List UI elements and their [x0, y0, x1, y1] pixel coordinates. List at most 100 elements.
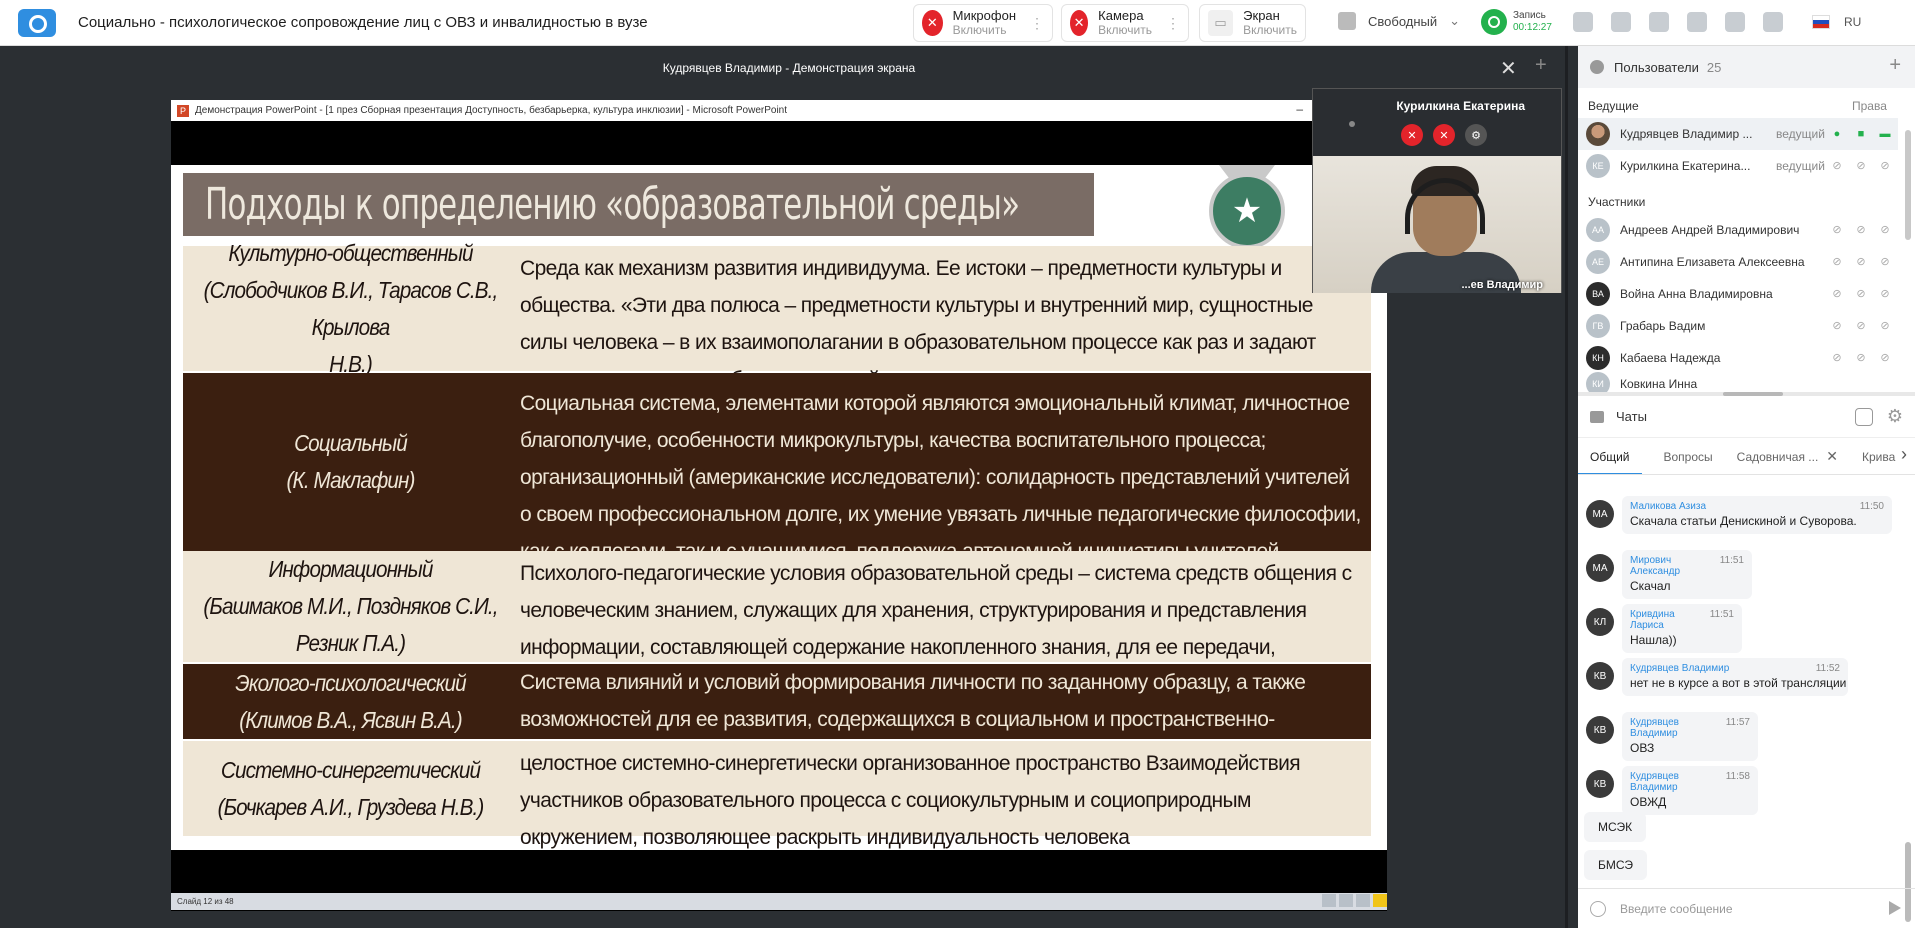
- gear-icon[interactable]: ⚙: [1887, 406, 1903, 427]
- language-label[interactable]: RU: [1844, 15, 1861, 29]
- settings-icon[interactable]: [1763, 12, 1783, 32]
- camera-more-icon[interactable]: ⋮: [1166, 15, 1180, 32]
- user-row[interactable]: АА Андреев Андрей Владимирович ⊘ ⊘ ⊘: [1578, 214, 1898, 246]
- avatar: КИ: [1586, 372, 1610, 392]
- message-input[interactable]: [1620, 901, 1870, 916]
- chats-title: Чаты: [1616, 409, 1647, 424]
- screen-off-icon[interactable]: ⊘: [1878, 223, 1892, 237]
- user-row[interactable]: АЕ Антипина Елизавета Алексеевна ⊘ ⊘ ⊘: [1578, 246, 1898, 278]
- message-author[interactable]: Кудрявцев Владимир: [1630, 663, 1729, 674]
- participants-section-label: Участники: [1588, 195, 1646, 209]
- app-logo-icon[interactable]: [18, 8, 56, 37]
- user-row[interactable]: КЕ Курилкина Екатерина... ведущий ⊘ ⊘ ⊘: [1578, 150, 1898, 182]
- sorter-view-icon[interactable]: [1339, 894, 1353, 907]
- microphone-icon[interactable]: ●: [1830, 127, 1844, 141]
- tab-general[interactable]: Общий: [1578, 439, 1642, 474]
- microphone-off-icon[interactable]: ⊘: [1830, 223, 1844, 237]
- reading-view-icon[interactable]: [1356, 894, 1370, 907]
- slideshow-icon[interactable]: [1373, 894, 1387, 907]
- info-icon[interactable]: [1725, 12, 1745, 32]
- add-icon[interactable]: +: [1535, 54, 1547, 77]
- chat-message: КЛ Кривдина Лариса 11:51 Нашла)): [1586, 604, 1742, 653]
- camera-off-icon[interactable]: ⊘: [1854, 351, 1868, 365]
- user-row[interactable]: КН Кабаева Надежда ⊘ ⊘ ⊘: [1578, 342, 1898, 374]
- folder-icon[interactable]: [1649, 12, 1669, 32]
- user-name: Кабаева Надежда: [1620, 351, 1721, 365]
- user-row[interactable]: КИ Ковкина Инна: [1578, 372, 1898, 392]
- layout-select[interactable]: Свободный ⌄: [1338, 12, 1460, 30]
- message-time: 11:57: [1725, 717, 1750, 728]
- camera-off-icon[interactable]: ⊘: [1854, 319, 1868, 333]
- russian-flag-icon[interactable]: [1812, 15, 1830, 29]
- screen-off-icon[interactable]: ⊘: [1878, 159, 1892, 173]
- send-icon[interactable]: [1889, 901, 1901, 915]
- camera-label: Камера: [1098, 8, 1144, 23]
- chat-window-icon[interactable]: [1855, 408, 1873, 426]
- slide-counter: Слайд 12 из 48: [177, 897, 234, 906]
- message-time: 11:52: [1815, 663, 1840, 674]
- tab-questions[interactable]: Вопросы: [1652, 439, 1725, 474]
- camera-off-icon[interactable]: ⊘: [1854, 287, 1868, 301]
- close-icon[interactable]: ✕: [1500, 56, 1517, 81]
- microphone-off-icon[interactable]: ⊘: [1830, 351, 1844, 365]
- users-scrollbar[interactable]: [1905, 130, 1911, 240]
- microphone-off-icon[interactable]: ⊘: [1830, 255, 1844, 269]
- message-author[interactable]: Кривдина Лариса: [1630, 609, 1704, 631]
- powerpoint-icon: P: [177, 104, 189, 117]
- message-text: Скачала статьи Денискиной и Суворова.: [1630, 514, 1857, 528]
- avatar: ГВ: [1586, 314, 1610, 338]
- screen-icon[interactable]: ▬: [1878, 127, 1892, 141]
- row-label: Социальный (К. Маклафин): [286, 430, 416, 493]
- close-icon[interactable]: ✕: [1826, 448, 1838, 465]
- notes-icon[interactable]: [1611, 12, 1631, 32]
- message-author[interactable]: Кудрявцев Владимир: [1630, 771, 1720, 793]
- screen-off-icon[interactable]: ⊘: [1878, 351, 1892, 365]
- record-indicator[interactable]: Запись 00:12:27: [1481, 9, 1552, 35]
- grid-icon[interactable]: [1573, 12, 1593, 32]
- normal-view-icon[interactable]: [1322, 894, 1336, 907]
- users-icon: [1590, 60, 1604, 74]
- camera-off-icon[interactable]: ⊘: [1854, 255, 1868, 269]
- meeting-title: Социально - психологическое сопровождени…: [78, 14, 648, 31]
- tab-private-2[interactable]: Крива: [1850, 439, 1907, 474]
- message-author[interactable]: Кудрявцев Владимир: [1630, 717, 1720, 739]
- gear-icon[interactable]: ⚙: [1465, 124, 1487, 146]
- camera-button[interactable]: ✕ Камера Включить ⋮: [1061, 4, 1189, 42]
- chevron-right-icon[interactable]: ›: [1901, 444, 1907, 465]
- layout-icon: [1338, 12, 1356, 30]
- slide-row: Культурно-общественный (Слободчиков В.И.…: [183, 240, 1371, 391]
- record-label: Запись: [1513, 10, 1546, 21]
- microphone-more-icon[interactable]: ⋮: [1030, 15, 1044, 32]
- record-time: 00:12:27: [1513, 22, 1552, 33]
- camera-off-icon[interactable]: ⊘: [1854, 159, 1868, 173]
- share-title: Кудрявцев Владимир - Демонстрация экрана: [0, 46, 1578, 90]
- screen-off-icon[interactable]: ⊘: [1878, 287, 1892, 301]
- video-tile[interactable]: Курилкина Екатерина ✕ ✕ ⚙ ...ев Владимир: [1312, 88, 1562, 293]
- slide-row: Эколого-психологический (Климов В.А., Яс…: [183, 664, 1371, 768]
- message-author[interactable]: Мирович Александр: [1630, 555, 1714, 577]
- users-icon[interactable]: [1687, 12, 1707, 32]
- microphone-off-icon[interactable]: ✕: [1401, 124, 1423, 146]
- chat-message: МА Маликова Азиза 11:50 Скачала статьи Де…: [1586, 496, 1892, 534]
- emoji-icon[interactable]: [1590, 900, 1606, 917]
- screen-share-button[interactable]: ▭ Экран Включить: [1199, 4, 1306, 42]
- camera-icon[interactable]: ■: [1854, 127, 1868, 141]
- tab-private[interactable]: Садовничая ... ✕: [1725, 439, 1850, 474]
- user-row[interactable]: ГВ Грабарь Вадим ⊘ ⊘ ⊘: [1578, 310, 1898, 342]
- screen-off-icon[interactable]: ⊘: [1878, 319, 1892, 333]
- panel-divider[interactable]: [1565, 46, 1578, 928]
- microphone-off-icon[interactable]: ⊘: [1830, 287, 1844, 301]
- camera-off-icon[interactable]: ✕: [1433, 124, 1455, 146]
- minimize-icon[interactable]: –: [1296, 102, 1303, 116]
- add-user-icon[interactable]: +: [1889, 54, 1901, 77]
- camera-off-icon[interactable]: ⊘: [1854, 223, 1868, 237]
- message-text: Скачал: [1630, 579, 1671, 593]
- microphone-button[interactable]: ✕ Микрофон Включить ⋮: [913, 4, 1053, 42]
- user-row[interactable]: Кудрявцев Владимир ... ведущий ● ■ ▬: [1578, 118, 1898, 150]
- microphone-off-icon[interactable]: ⊘: [1830, 159, 1844, 173]
- rights-label[interactable]: Права: [1852, 99, 1887, 113]
- screen-off-icon[interactable]: ⊘: [1878, 255, 1892, 269]
- message-author[interactable]: Маликова Азиза: [1630, 501, 1706, 512]
- microphone-off-icon[interactable]: ⊘: [1830, 319, 1844, 333]
- user-row[interactable]: ВА Война Анна Владимировна ⊘ ⊘ ⊘: [1578, 278, 1898, 310]
